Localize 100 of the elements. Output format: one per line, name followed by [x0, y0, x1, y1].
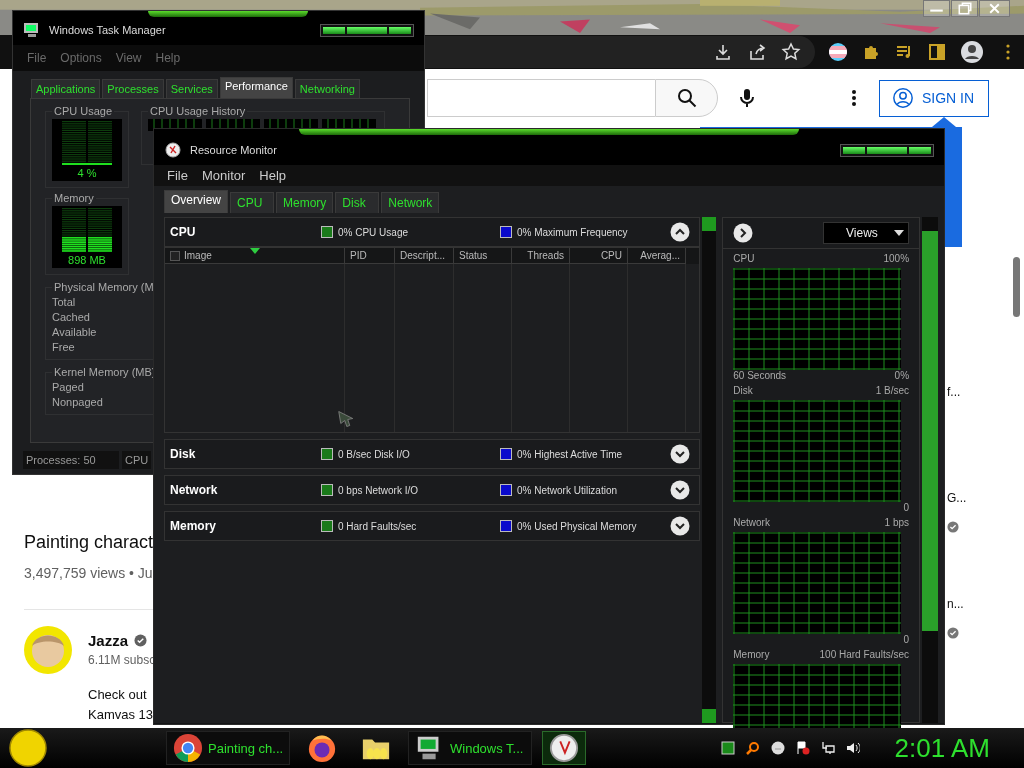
profile-icon[interactable] [960, 40, 984, 64]
column-header[interactable]: Threads [512, 248, 570, 264]
memory-stat-label: Cached [52, 310, 91, 325]
round-icon[interactable] [770, 741, 785, 755]
column-header[interactable]: Descript... [395, 248, 454, 264]
column-header[interactable]: Status [454, 248, 512, 264]
column-header[interactable]: Averag... [628, 248, 686, 264]
magnifier-icon[interactable] [745, 741, 760, 755]
taskbar-button[interactable]: Painting ch... [166, 731, 290, 765]
section-header[interactable]: CPU 0% CPU Usage 0% Maximum Frequency [164, 217, 701, 247]
description-line: Check out [88, 686, 148, 704]
restore-icon[interactable] [951, 0, 978, 17]
taskbar-button[interactable] [542, 731, 586, 765]
graph-title: CPU [733, 253, 755, 266]
collapse-icon[interactable] [670, 222, 691, 242]
memory-meter [62, 208, 112, 252]
views-dropdown[interactable]: Views [823, 222, 910, 244]
video-title[interactable]: G... [947, 491, 967, 505]
legend-swatch [321, 484, 333, 496]
cpu-meter [62, 121, 112, 165]
tab[interactable]: Networking [294, 79, 360, 98]
section-title: Network [170, 483, 219, 497]
legend-label: 0 Hard Faults/sec [338, 520, 417, 532]
menu-item[interactable]: Monitor [201, 168, 246, 183]
menu-item[interactable]: File [27, 51, 47, 65]
share-icon[interactable] [747, 42, 767, 62]
sign-in-button[interactable]: SIGN IN [879, 79, 989, 117]
menu-item[interactable]: Options [60, 51, 102, 65]
star-icon[interactable] [781, 42, 801, 62]
search-field[interactable] [427, 79, 655, 117]
graph-min-label: 0% [894, 370, 910, 383]
expand-icon[interactable] [670, 444, 691, 464]
tab[interactable]: Memory [276, 192, 334, 213]
menu-item[interactable]: View [115, 51, 142, 65]
tab[interactable]: Applications [31, 79, 101, 98]
select-all-checkbox[interactable] [170, 250, 180, 261]
minimize-icon[interactable] [923, 0, 950, 17]
scrollbar[interactable] [702, 217, 717, 723]
expand-icon[interactable] [670, 516, 691, 536]
group-label: Memory [53, 192, 95, 204]
column-header[interactable]: Image [165, 248, 345, 264]
memory-stat-label: Free [52, 340, 76, 355]
window-buttons[interactable] [320, 23, 414, 37]
taskbar-button[interactable]: Windows T... [408, 731, 532, 765]
search-button[interactable] [655, 79, 718, 117]
window-buttons[interactable] [840, 143, 934, 157]
legend-label: 0% CPU Usage [338, 226, 409, 238]
graph-max-label: 100% [883, 253, 910, 266]
graph-title: Network [733, 517, 770, 530]
legend-label: 0% Maximum Frequency [517, 226, 628, 238]
sort-arrow-icon [250, 248, 260, 254]
section-header[interactable]: Network 0 bps Network I/O 0% Network Utilization [164, 475, 701, 505]
side-panel-icon[interactable] [927, 42, 947, 62]
clock[interactable]: 2:01 AM [894, 732, 990, 764]
tab[interactable]: Network [381, 192, 440, 213]
group-label: CPU Usage History [149, 105, 247, 117]
expand-icon[interactable] [670, 480, 691, 500]
legend-swatch [500, 226, 512, 238]
legend-swatch [321, 448, 333, 460]
start-button[interactable] [8, 728, 48, 768]
section-header[interactable]: Memory 0 Hard Faults/sec 0% Used Physical Memory [164, 511, 701, 541]
tab[interactable]: Performance [219, 77, 293, 98]
more-icon[interactable] [851, 88, 857, 108]
section-title: Memory [170, 519, 217, 533]
tab[interactable]: Services [165, 79, 218, 98]
memory-stat-label: Available [52, 325, 98, 340]
flag-icon[interactable] [795, 741, 810, 755]
tab[interactable]: Overview [164, 190, 228, 213]
channel-avatar[interactable] [24, 626, 72, 674]
graph-max-label: 1 B/sec [875, 385, 910, 398]
memory-stat-label: Paged [52, 380, 85, 395]
network-icon[interactable] [820, 741, 835, 755]
video-title[interactable]: n... [947, 597, 967, 611]
view-count: 3,497,759 views • Ju [24, 565, 154, 581]
account-icon [892, 87, 914, 109]
video-title[interactable]: f... [947, 385, 967, 399]
close-icon[interactable] [979, 0, 1010, 17]
tab[interactable]: CPU [230, 192, 274, 213]
legend-swatch [500, 448, 512, 460]
group-label: CPU Usage [53, 105, 114, 117]
scrollbar-thumb[interactable] [1013, 257, 1020, 317]
graph-title: Memory [733, 649, 770, 662]
speaker-icon[interactable] [845, 741, 860, 755]
channel-name[interactable]: Jazza [88, 632, 129, 649]
column-header[interactable]: PID [345, 248, 395, 264]
section-header[interactable]: Disk 0 B/sec Disk I/O 0% Highest Active Time [164, 439, 701, 469]
column-header[interactable]: CPU [570, 248, 628, 264]
window-title: Resource Monitor [190, 144, 278, 156]
menu-item[interactable]: File [167, 168, 188, 183]
menu-item[interactable]: Help [155, 51, 181, 65]
scrollbar[interactable] [922, 217, 938, 723]
download-icon[interactable] [713, 42, 733, 62]
menu-icon[interactable] [1005, 42, 1011, 62]
memory-stat-label: Total [52, 295, 77, 310]
menu-item[interactable]: Help [259, 168, 287, 183]
meter-icon[interactable] [720, 741, 735, 755]
legend-label: 0% Used Physical Memory [517, 520, 637, 532]
memory-reading: 898 MB [68, 254, 106, 266]
tab[interactable]: Processes [102, 79, 164, 98]
tab[interactable]: Disk [335, 192, 380, 213]
